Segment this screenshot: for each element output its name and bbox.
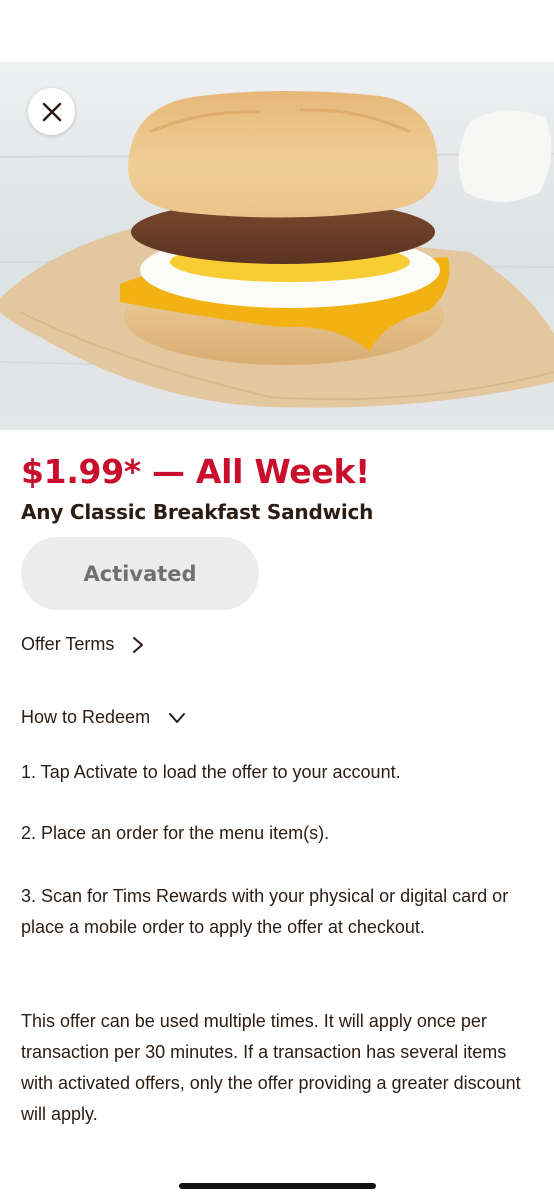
chevron-down-icon bbox=[168, 712, 186, 724]
how-to-redeem-toggle[interactable]: How to Redeem bbox=[21, 707, 186, 728]
activated-button[interactable]: Activated bbox=[21, 537, 259, 610]
offer-headline: $1.99* — All Week! bbox=[21, 452, 370, 491]
home-indicator bbox=[179, 1183, 376, 1189]
offer-disclaimer: This offer can be used multiple times. I… bbox=[21, 1011, 521, 1124]
offer-terms-label: Offer Terms bbox=[21, 634, 115, 654]
redeem-step-1: 1. Tap Activate to load the offer to you… bbox=[21, 762, 401, 782]
offer-item-name: Any Classic Breakfast Sandwich bbox=[21, 500, 374, 524]
breakfast-sandwich-photo bbox=[0, 62, 554, 430]
offer-terms-link[interactable]: Offer Terms bbox=[21, 634, 144, 655]
offer-detail-screen: $1.99* — All Week! Any Classic Breakfast… bbox=[0, 0, 554, 1200]
redeem-step-3: 3. Scan for Tims Rewards with your physi… bbox=[21, 886, 509, 937]
close-button[interactable] bbox=[28, 88, 75, 135]
redeem-step-2: 2. Place an order for the menu item(s). bbox=[21, 823, 330, 843]
close-icon bbox=[42, 102, 61, 121]
offer-content: $1.99* — All Week! Any Classic Breakfast… bbox=[21, 448, 536, 1124]
how-to-redeem-label: How to Redeem bbox=[21, 707, 151, 727]
chevron-right-icon bbox=[132, 636, 144, 654]
hero-image bbox=[0, 62, 554, 430]
